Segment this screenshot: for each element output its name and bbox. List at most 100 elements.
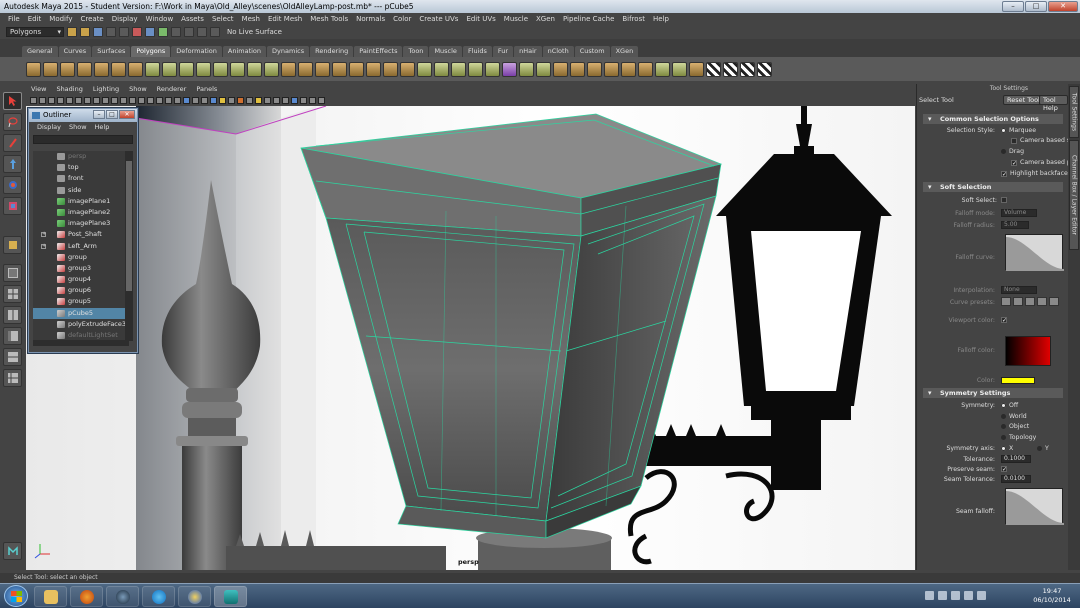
shelf-tab-dynamics[interactable]: Dynamics xyxy=(267,46,310,57)
shelf-tool-20-icon[interactable] xyxy=(349,61,364,77)
menu-edit-uvs[interactable]: Edit UVs xyxy=(462,13,499,25)
make-live-icon[interactable] xyxy=(210,27,220,37)
tab-channel-box[interactable]: Channel Box / Layer Editor xyxy=(1069,140,1079,250)
panel-tool-13-icon[interactable] xyxy=(138,97,145,104)
panel-tool-15-icon[interactable] xyxy=(156,97,163,104)
menu-bifrost[interactable]: Bifrost xyxy=(618,13,649,25)
outliner-menu-help[interactable]: Help xyxy=(91,122,114,133)
taskbar-explorer[interactable] xyxy=(34,586,67,607)
select-component-icon[interactable] xyxy=(158,27,168,37)
curve-preset-1[interactable] xyxy=(1001,297,1011,306)
shelf-tool-15-icon[interactable] xyxy=(264,61,279,77)
symmetry-topology-radio[interactable] xyxy=(1001,434,1006,440)
panel-tool-24-icon[interactable] xyxy=(237,97,244,104)
tray-network-icon[interactable] xyxy=(951,591,960,600)
shelf-tab-toon[interactable]: Toon xyxy=(403,46,429,57)
panel-tool-22-icon[interactable] xyxy=(219,97,226,104)
layout-single-button[interactable] xyxy=(3,264,22,282)
menu-display[interactable]: Display xyxy=(108,13,142,25)
perspective-viewport[interactable]: persp xyxy=(26,106,915,570)
panel-tool-23-icon[interactable] xyxy=(228,97,235,104)
layout-side-button[interactable] xyxy=(3,306,22,324)
close-button[interactable]: ✕ xyxy=(1048,1,1078,12)
taskbar-clock[interactable]: 19:47 06/10/2014 xyxy=(1030,587,1074,605)
panel-tool-25-icon[interactable] xyxy=(246,97,253,104)
shelf-tool-7-icon[interactable] xyxy=(128,61,143,77)
shelf-tab-rendering[interactable]: Rendering xyxy=(310,46,354,57)
menu-select[interactable]: Select xyxy=(208,13,238,25)
outliner-item-group4[interactable]: group4 xyxy=(33,274,125,285)
panel-menu-renderer[interactable]: Renderer xyxy=(152,84,192,95)
outliner-vertical-scrollbar[interactable] xyxy=(125,151,133,341)
outliner-item-left-arm[interactable]: + Left_Arm xyxy=(33,241,125,252)
shelf-tool-43-icon[interactable] xyxy=(740,61,755,77)
falloff-mode-dropdown[interactable]: Volume xyxy=(1001,209,1037,217)
panel-tool-9-icon[interactable] xyxy=(102,97,109,104)
panel-tool-1-icon[interactable] xyxy=(30,97,37,104)
outliner-item-side[interactable]: side xyxy=(33,185,125,196)
last-tool-button[interactable] xyxy=(3,236,22,254)
shelf-tab-curves[interactable]: Curves xyxy=(58,46,92,57)
shelf-tool-36-icon[interactable] xyxy=(621,61,636,77)
shelf-tool-1-icon[interactable] xyxy=(26,61,41,77)
shelf-tool-14-icon[interactable] xyxy=(247,61,262,77)
marquee-radio[interactable] xyxy=(1001,128,1006,133)
outliner-menu-show[interactable]: Show xyxy=(65,122,91,133)
shelf-tool-27-icon[interactable] xyxy=(468,61,483,77)
new-scene-icon[interactable] xyxy=(67,27,77,37)
shelf-tool-25-icon[interactable] xyxy=(434,61,449,77)
panel-tool-12-icon[interactable] xyxy=(129,97,136,104)
shelf-tool-30-icon[interactable] xyxy=(519,61,534,77)
shelf-tool-17-icon[interactable] xyxy=(298,61,313,77)
menu-color[interactable]: Color xyxy=(389,13,415,25)
outliner-item-persp[interactable]: persp xyxy=(33,151,125,162)
outliner-item-front[interactable]: front xyxy=(33,173,125,184)
layout-hypershade-button[interactable] xyxy=(3,369,22,387)
soft-selection-header[interactable]: Soft Selection xyxy=(923,182,1063,192)
shelf-tool-22-icon[interactable] xyxy=(383,61,398,77)
tray-volume-icon[interactable] xyxy=(964,591,973,600)
shelf-tool-31-icon[interactable] xyxy=(536,61,551,77)
shelf-tool-4-icon[interactable] xyxy=(77,61,92,77)
panel-tool-5-icon[interactable] xyxy=(66,97,73,104)
open-scene-icon[interactable] xyxy=(80,27,90,37)
viewport-color-checkbox[interactable]: ✓ xyxy=(1001,317,1007,324)
tray-display-icon[interactable] xyxy=(977,591,986,600)
falloff-radius-field[interactable]: 5.00 xyxy=(1001,221,1029,229)
shelf-tool-8-icon[interactable] xyxy=(145,61,160,77)
taskbar-maya[interactable] xyxy=(214,586,247,607)
shelf-tool-12-icon[interactable] xyxy=(213,61,228,77)
taskbar-media-player[interactable] xyxy=(178,586,211,607)
menu-normals[interactable]: Normals xyxy=(352,13,389,25)
tool-help-button[interactable]: Tool Help xyxy=(1039,95,1068,112)
panel-tool-16-icon[interactable] xyxy=(165,97,172,104)
axis-x-radio[interactable] xyxy=(1001,446,1006,451)
select-tool-button[interactable] xyxy=(3,92,22,110)
panel-menu-shading[interactable]: Shading xyxy=(51,84,87,95)
menu-help[interactable]: Help xyxy=(649,13,673,25)
shelf-tab-deformation[interactable]: Deformation xyxy=(171,46,222,57)
interpolation-dropdown[interactable]: None xyxy=(1001,286,1037,294)
axis-y-radio[interactable] xyxy=(1037,446,1042,451)
panel-tool-11-icon[interactable] xyxy=(120,97,127,104)
symmetry-world-radio[interactable] xyxy=(1001,413,1006,419)
save-scene-icon[interactable] xyxy=(93,27,103,37)
shelf-tool-3-icon[interactable] xyxy=(60,61,75,77)
reset-tool-button[interactable]: Reset Tool xyxy=(1003,95,1044,105)
panel-tool-28-icon[interactable] xyxy=(273,97,280,104)
layout-outliner-button[interactable] xyxy=(3,327,22,345)
panel-tool-3-icon[interactable] xyxy=(48,97,55,104)
layout-four-button[interactable] xyxy=(3,285,22,303)
outliner-item-top[interactable]: top xyxy=(33,162,125,173)
panel-tool-7-icon[interactable] xyxy=(84,97,91,104)
taskbar-skype[interactable] xyxy=(142,586,175,607)
shelf-tab-general[interactable]: General xyxy=(22,46,58,57)
shelf-tab-custom[interactable]: Custom xyxy=(574,46,610,57)
shelf-tool-19-icon[interactable] xyxy=(332,61,347,77)
taskbar-steam[interactable] xyxy=(106,586,139,607)
menu-set-dropdown[interactable]: Polygons xyxy=(6,27,64,37)
snap-curve-icon[interactable] xyxy=(184,27,194,37)
menu-pipeline-cache[interactable]: Pipeline Cache xyxy=(559,13,618,25)
tray-arrow-icon[interactable] xyxy=(925,591,934,600)
undo-icon[interactable] xyxy=(106,27,116,37)
